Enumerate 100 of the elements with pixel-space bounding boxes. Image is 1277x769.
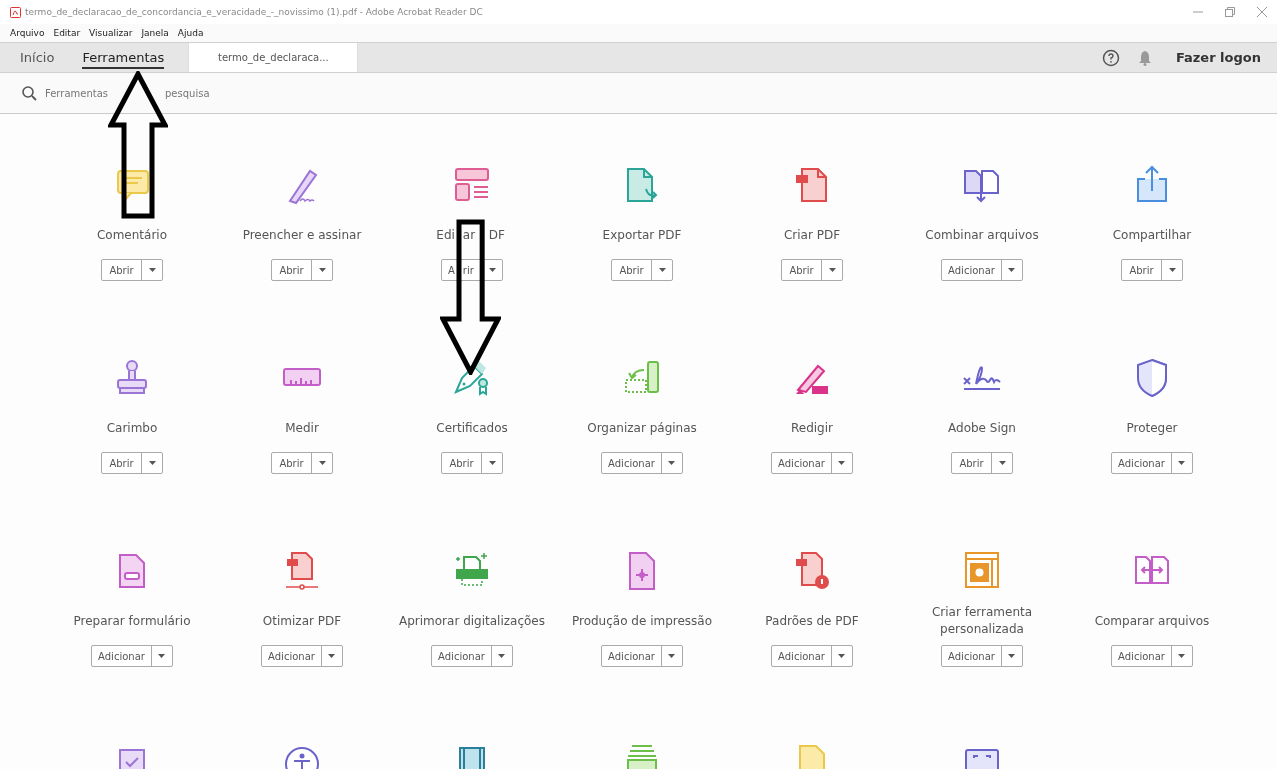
caret-icon [328,654,336,658]
caret-icon [488,461,496,465]
split-button[interactable]: Adicionar [601,452,683,474]
split-button[interactable]: Adicionar [91,645,173,667]
caret-icon [828,268,836,272]
split-button[interactable]: Adicionar [1111,452,1193,474]
help-icon[interactable] [1101,48,1120,67]
tool-label: Produção de impressão [570,612,714,630]
caret-icon [1168,268,1176,272]
caret-icon [318,268,326,272]
action-button[interactable]: Abrir [1122,260,1162,280]
caret-icon [1178,654,1186,658]
split-button[interactable]: Adicionar [771,452,853,474]
nav-tab[interactable]: Início [8,43,67,72]
split-button[interactable]: Abrir [441,452,503,474]
action-button[interactable]: Abrir [272,260,312,280]
tool-label: Organizar páginas [586,419,698,437]
action-button[interactable]: Abrir [272,453,312,473]
tool-label: Preparar formulário [72,612,192,630]
action-button[interactable]: Abrir [102,260,142,280]
tool-label: Comentário [95,226,169,244]
menu-item[interactable]: Arquivo [10,28,45,38]
split-button[interactable]: Adicionar [1111,645,1193,667]
caret-icon [318,461,326,465]
split-button[interactable]: Adicionar [941,259,1023,281]
pdf-icon [10,6,21,18]
menu-item[interactable]: Ajuda [177,28,204,38]
placeholder-text: pesquisa [165,87,210,99]
caret-icon [498,654,506,658]
tool-label: Proteger [1125,419,1179,437]
tool-label: Criar PDF [782,226,842,244]
tool-label: ar [462,228,476,242]
action-button[interactable]: Abrir [952,453,992,473]
caret-icon [658,268,666,272]
restore-icon[interactable] [1225,7,1235,17]
split-button[interactable]: Adicionar [431,645,513,667]
tool-label: Exportar PDF [601,226,683,244]
menu-item[interactable]: Visualizar [89,28,133,38]
split-button[interactable]: Adicionar [261,645,343,667]
action-button[interactable]: Adicionar [92,646,152,666]
action-button[interactable]: Adicionar [942,646,1002,666]
caret-icon [488,268,496,272]
tool-label: Otimizar PDF [261,612,343,630]
action-button[interactable]: Adicionar [432,646,492,666]
split-button[interactable]: Abrir [781,259,843,281]
window-title: termo_de_declaracao_de_concordancia_e_veracidade_-_novissimo (1).pdf - Adobe Acrobat Reader DC [25,7,484,17]
tool-label: Carimbo [105,419,159,437]
split-button[interactable]: Abrir [271,452,333,474]
split-button[interactable]: Adicionar [941,645,1023,667]
action-button[interactable]: Adicionar [772,646,832,666]
caret-icon [158,654,166,658]
caret-icon [668,461,676,465]
split-button[interactable]: Abrir [951,452,1013,474]
caret-icon [668,654,676,658]
action-button[interactable]: Abrir [442,453,482,473]
tool-label: Certificados [435,419,509,437]
action-button[interactable]: Adicionar [1112,646,1172,666]
caret-icon [148,461,156,465]
menu-item[interactable]: Janela [141,28,169,38]
action-button[interactable]: Abrir [782,260,822,280]
tool-label: Preencher e assinar [241,226,363,244]
tool-label: Edi [436,228,455,242]
action-button[interactable]: Adicionar [602,646,662,666]
split-button[interactable]: Abrir [611,259,673,281]
tool-label: DF [488,228,505,242]
caret-icon [838,461,846,465]
tool-label: Medir [284,419,320,437]
nav-tab[interactable]: Ferramentas [70,43,177,72]
split-button[interactable]: Abrir [101,259,163,281]
tool-label: Comparar arquivos [1093,612,1211,630]
tool-label: Criar ferramenta personalizada [930,604,1034,638]
split-button[interactable]: Abrir [271,259,333,281]
tool-label: Adobe Sign [947,419,1017,437]
split-button[interactable]: Adicionar [771,645,853,667]
caret-icon [838,654,846,658]
action-button[interactable]: Adicionar [602,453,662,473]
action-button[interactable]: Abrir [612,260,652,280]
menu-item[interactable]: Editar [53,28,81,38]
tool-label: Combinar arquivos [924,226,1040,244]
document-tab[interactable]: termo_de_declaraca... [188,43,359,72]
search-icon [22,85,37,101]
split-button[interactable]: Abrir [101,452,163,474]
split-button[interactable]: Adicionar [601,645,683,667]
tool-label: Compartilhar [1111,226,1193,244]
sign-in-link[interactable]: Fazer logon [1169,49,1267,66]
action-button[interactable]: Adicionar [262,646,322,666]
tool-label: Aprimorar digitalizações [398,612,546,630]
caret-icon [148,268,156,272]
action-button[interactable]: Adicionar [772,453,832,473]
action-button[interactable]: Abrir [102,453,142,473]
search-field[interactable]: Ferramentas [45,87,113,99]
split-button[interactable]: Abrir [1121,259,1183,281]
caret-icon [998,461,1006,465]
caret-icon [1008,654,1016,658]
action-button[interactable]: Adicionar [942,260,1002,280]
action-button[interactable]: A rir [442,260,482,280]
tool-label: Redigir [790,419,834,437]
action-button[interactable]: Adicionar [1112,453,1172,473]
close-icon[interactable] [1257,7,1267,17]
caret-icon [1008,268,1016,272]
